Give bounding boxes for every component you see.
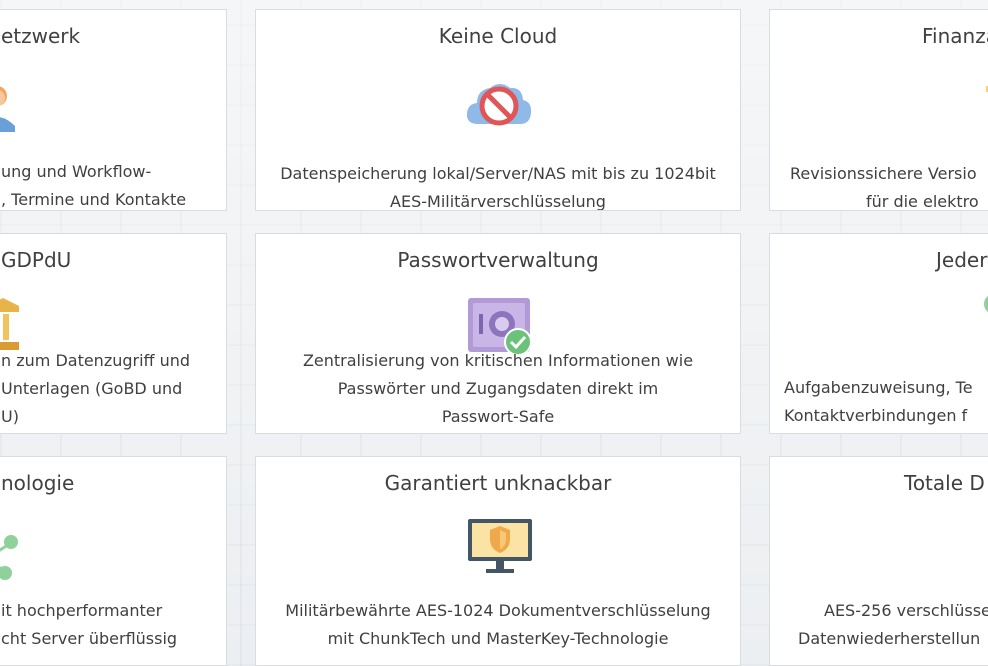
user-icon: [0, 82, 21, 142]
feature-card-finanz[interactable]: Finanza Revisionssichere Versio für die …: [769, 9, 988, 211]
card-title: nologie: [1, 471, 75, 495]
card-title: Passwortverwaltung: [397, 248, 599, 272]
feature-card-gdpdu[interactable]: GDPdU n zum Datenzugriff und Unterlagen …: [0, 233, 227, 434]
recovery-icon: [984, 523, 988, 579]
feature-card-netzwerk[interactable]: etzwerk ung und Workflow- , Termine und …: [0, 9, 227, 211]
feature-card-jeder[interactable]: Jeder Aufgabenzuweisung, Te Kontaktverbi…: [769, 233, 988, 434]
card-title: Keine Cloud: [438, 24, 558, 48]
chunk-network-icon: [0, 527, 21, 587]
card-title: Garantiert unknackbar: [384, 471, 612, 495]
card-description: Datenspeicherung lokal/Server/NAS mit bi…: [280, 164, 716, 211]
document-icon: [978, 80, 988, 140]
feature-card-technologie[interactable]: nologie it hochperformanter cht Server ü…: [0, 456, 227, 666]
feature-card-keine-cloud[interactable]: Keine Cloud Datenspeicherung lokal/Serve…: [255, 9, 741, 211]
card-title: GDPdU: [1, 248, 72, 272]
card-description: AES-256 verschlüsse Datenwiederherstellu…: [798, 601, 988, 648]
card-title: Jeder: [936, 248, 988, 272]
card-description: ung und Workflow- , Termine und Kontakte: [1, 162, 187, 209]
card-description: Militärbewährte AES-1024 Dokumentverschl…: [285, 601, 711, 648]
card-description: Aufgabenzuweisung, Te Kontaktverbindunge…: [784, 378, 973, 425]
feature-card-garantiert-unknackbar[interactable]: Garantiert unknackbar Militärbewährte AE…: [255, 456, 741, 666]
feature-card-totale-d[interactable]: Totale D AES-256 verschlüsse Datenwieder…: [769, 456, 988, 666]
secure-monitor-icon: [466, 517, 534, 579]
card-title: Totale D: [904, 471, 985, 495]
card-description: Revisionssichere Versio für die elektro: [790, 164, 979, 211]
network-icon: [978, 290, 988, 360]
card-description: it hochperformanter cht Server überflüss…: [1, 601, 178, 648]
card-title: etzwerk: [1, 24, 81, 48]
card-description: n zum Datenzugriff und Unterlagen (GoBD …: [1, 351, 191, 426]
feature-card-passwortverwaltung[interactable]: Passwortverwaltung Zentralisierung von k…: [255, 233, 741, 434]
card-description: Zentralisierung von kritischen Informati…: [302, 351, 694, 426]
card-title: Finanza: [922, 24, 988, 48]
no-cloud-icon: [464, 78, 534, 132]
